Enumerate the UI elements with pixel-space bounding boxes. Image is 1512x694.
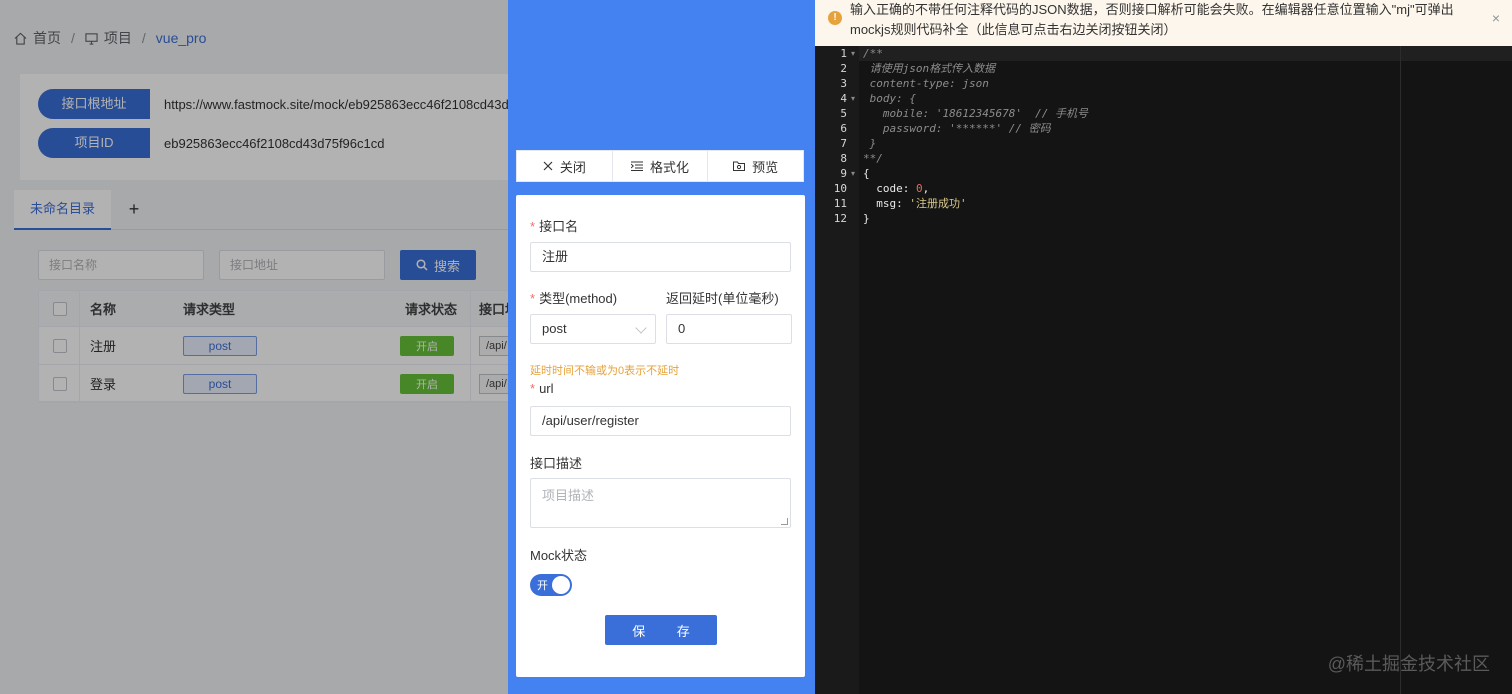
- save-button[interactable]: 保 存: [605, 615, 717, 645]
- preview-button-label: 预览: [752, 159, 779, 175]
- line-number: 4: [840, 92, 847, 105]
- code-editor[interactable]: /** 请使用json格式传入数据 content-type: json bod…: [859, 46, 1512, 694]
- name-label: * 接口名: [530, 216, 578, 235]
- code-line: }: [863, 137, 877, 150]
- print-margin: [1400, 46, 1401, 694]
- line-number: 1: [840, 47, 847, 60]
- api-form: * 接口名 注册 * 类型(method) 返回延时(单位毫秒) post 0 延时…: [516, 195, 805, 677]
- resize-handle[interactable]: [781, 518, 788, 525]
- fold-arrow-icon[interactable]: ▾: [851, 91, 855, 106]
- code-line: }: [863, 212, 870, 225]
- name-input[interactable]: 注册: [530, 242, 791, 272]
- url-label-text: url: [539, 381, 554, 396]
- preview-button[interactable]: 预览: [708, 151, 803, 181]
- code-line: code: 0,: [876, 182, 930, 195]
- fold-arrow-icon[interactable]: ▾: [851, 46, 855, 61]
- code-line: msg: '注册成功': [876, 197, 967, 210]
- method-label-text: 类型(method): [539, 291, 618, 306]
- fold-arrow-icon[interactable]: ▾: [851, 166, 855, 181]
- background-page: 首页 / 项目 / vue_pro 接口根地址 https://www.fast…: [0, 0, 508, 694]
- line-number: 11: [833, 197, 847, 210]
- description-textarea[interactable]: 项目描述: [530, 478, 791, 528]
- line-number: 9: [840, 167, 847, 180]
- name-label-text: 接口名: [539, 219, 579, 234]
- code-line: 请使用json格式传入数据: [863, 62, 996, 75]
- format-button[interactable]: 格式化: [613, 151, 709, 181]
- format-icon: [631, 161, 643, 171]
- chevron-down-icon: [635, 322, 647, 334]
- line-number: 6: [840, 122, 847, 135]
- json-editor-panel: ! 输入正确的不带任何注释代码的JSON数据，否则接口解析可能会失败。在编辑器任…: [815, 0, 1512, 694]
- line-number: 10: [833, 182, 847, 195]
- line-number: 3: [840, 77, 847, 90]
- active-line-highlight: [859, 46, 1512, 61]
- line-number: 12: [833, 212, 847, 225]
- code-line: **/: [863, 152, 883, 165]
- code-line: content-type: json: [863, 77, 989, 90]
- code-line: {: [863, 167, 870, 180]
- method-label: * 类型(method): [530, 288, 617, 307]
- delay-hint: 延时时间不输或为0表示不延时: [530, 365, 680, 377]
- required-mark: *: [530, 381, 536, 396]
- method-select-value: post: [542, 321, 567, 336]
- notice-close-icon[interactable]: ×: [1492, 10, 1500, 26]
- watermark: @稀土掘金技术社区: [1327, 654, 1490, 674]
- notice-bar: ! 输入正确的不带任何注释代码的JSON数据，否则接口解析可能会失败。在编辑器任…: [815, 0, 1512, 46]
- method-select[interactable]: post: [530, 314, 656, 344]
- drawer-toolbar: 关闭 格式化 预览: [516, 150, 804, 182]
- line-number: 8: [840, 152, 847, 165]
- format-button-label: 格式化: [650, 159, 690, 175]
- description-label: 接口描述: [530, 456, 583, 471]
- line-gutter: 1 2 3 4 5 6 7 8 9 10 11 12 ▾ ▾ ▾: [815, 46, 859, 694]
- toggle-knob: [552, 576, 570, 594]
- line-number: 7: [840, 137, 847, 150]
- mock-status-label: Mock状态: [530, 548, 588, 563]
- modal-mask[interactable]: [0, 0, 508, 694]
- code-number: 0: [916, 182, 923, 195]
- required-mark: *: [530, 219, 536, 234]
- url-label: * url: [530, 381, 554, 396]
- code-line: /**: [863, 47, 883, 60]
- warning-icon: !: [828, 11, 842, 25]
- close-button-label: 关闭: [559, 159, 586, 175]
- line-number: 2: [840, 62, 847, 75]
- close-button[interactable]: 关闭: [517, 151, 613, 181]
- folder-icon: [733, 161, 746, 171]
- required-mark: *: [530, 291, 536, 306]
- description-placeholder: 项目描述: [542, 488, 595, 503]
- delay-label: 返回延时(单位毫秒): [666, 291, 779, 306]
- msg-string: '注册成功': [909, 197, 967, 210]
- edit-drawer: 关闭 格式化 预览 * 接口名 注册 * 类型(method) 返回延时(单位毫秒)…: [508, 0, 815, 694]
- url-input[interactable]: /api/user/register: [530, 406, 791, 436]
- code-line: mobile: '18612345678' // 手机号: [863, 107, 1089, 120]
- code-line: password: '******' // 密码: [863, 122, 1051, 135]
- close-icon: [543, 161, 553, 171]
- toggle-label: 开: [537, 580, 548, 592]
- msg-key: msg: [876, 197, 897, 210]
- notice-message: 输入正确的不带任何注释代码的JSON数据，否则接口解析可能会失败。在编辑器任意位…: [850, 2, 1454, 37]
- code-line: body: {: [863, 92, 916, 105]
- code-key: code: [876, 182, 903, 195]
- mock-status-toggle[interactable]: 开: [530, 574, 572, 596]
- delay-input[interactable]: 0: [666, 314, 792, 344]
- line-number: 5: [840, 107, 847, 120]
